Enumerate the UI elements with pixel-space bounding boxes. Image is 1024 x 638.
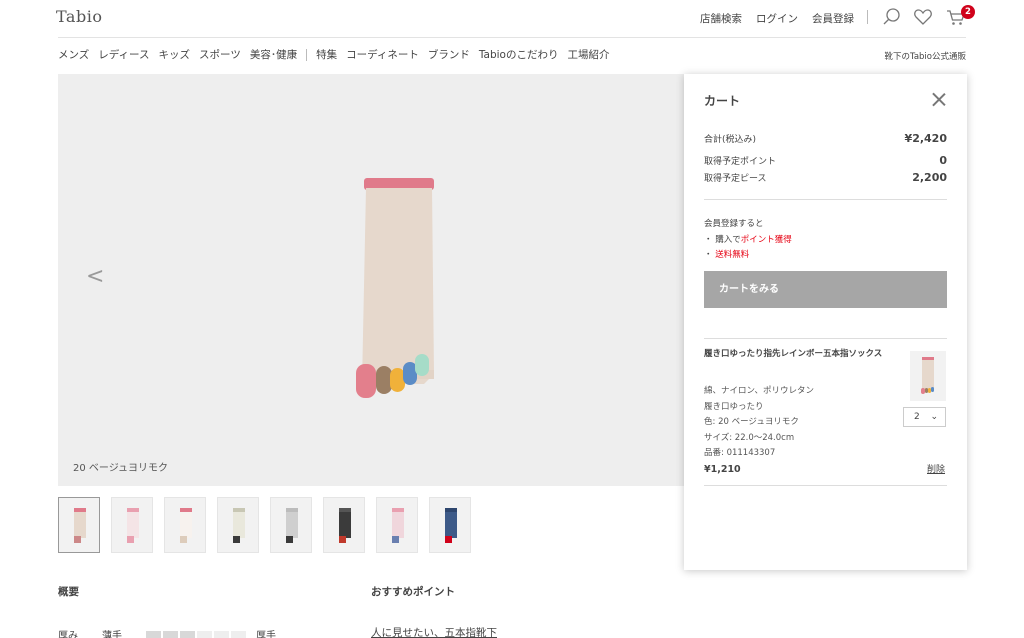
product-sock-image bbox=[356, 178, 434, 398]
view-cart-button[interactable]: カートをみる bbox=[704, 271, 947, 308]
thickness-label: 厚み bbox=[58, 631, 78, 638]
thumbnail-strip bbox=[58, 497, 471, 553]
total-label: 合計(税込み) bbox=[704, 135, 757, 145]
benefit-points: ・ 購入でポイント獲得 bbox=[704, 233, 792, 245]
recommend-title: おすすめポイント bbox=[371, 586, 455, 598]
cart-item-price: ¥1,210 bbox=[704, 464, 741, 475]
header-links: 店舗検索 ログイン 会員登録 bbox=[700, 11, 854, 26]
points-row: 取得予定ポイント 0 bbox=[704, 154, 947, 167]
thickness-meter bbox=[146, 630, 246, 638]
nav-item-beauty-health[interactable]: 美容･健康 bbox=[250, 47, 297, 62]
quantity-value: 2 bbox=[914, 412, 920, 422]
cart-divider bbox=[704, 485, 947, 486]
product-image-viewer[interactable]: < 20 ベージュヨリモク bbox=[58, 74, 778, 486]
total-value: ¥2,420 bbox=[904, 132, 947, 145]
thickness-step bbox=[146, 630, 161, 638]
thumbnail-item[interactable] bbox=[164, 497, 206, 553]
thumbnail-item[interactable] bbox=[323, 497, 365, 553]
prev-image-arrow[interactable]: < bbox=[86, 264, 104, 289]
pieces-label: 取得予定ピース bbox=[704, 174, 767, 184]
site-logo[interactable]: Tabio bbox=[56, 7, 102, 26]
thumbnail-sock-image bbox=[233, 508, 245, 543]
thumbnail-sock-image bbox=[392, 508, 404, 543]
cart-divider bbox=[704, 338, 947, 339]
search-icon[interactable] bbox=[881, 6, 903, 28]
thumbnail-item[interactable] bbox=[58, 497, 100, 553]
cart-item-size: サイズ: 22.0〜24.0cm bbox=[704, 433, 795, 443]
thick-label: 厚手 bbox=[256, 631, 276, 638]
nav-item-mens[interactable]: メンズ bbox=[58, 47, 89, 62]
thumbnail-sock-image bbox=[180, 508, 192, 543]
nav-item-brand[interactable]: ブランド bbox=[428, 47, 470, 62]
quantity-select[interactable]: 2 ⌄ bbox=[903, 407, 946, 427]
site-header: Tabio 店舗検索 ログイン 会員登録 2 bbox=[0, 0, 1024, 36]
points-label: 取得予定ポイント bbox=[704, 157, 777, 167]
pieces-value: 2,200 bbox=[912, 171, 947, 184]
pieces-row: 取得予定ピース 2,200 bbox=[704, 171, 947, 184]
register-link[interactable]: 会員登録 bbox=[812, 11, 854, 26]
thickness-step bbox=[163, 630, 178, 638]
thumbnail-sock-image bbox=[339, 508, 351, 543]
official-store-label: 靴下のTabio公式通販 bbox=[884, 52, 966, 62]
thumbnail-item[interactable] bbox=[217, 497, 259, 553]
close-icon[interactable] bbox=[932, 92, 946, 106]
nav-item-sports[interactable]: スポーツ bbox=[199, 47, 241, 62]
thickness-step bbox=[231, 630, 246, 638]
thumbnail-item[interactable] bbox=[111, 497, 153, 553]
thin-label: 薄手 bbox=[102, 631, 122, 638]
cart-item-code: 品番: 011143307 bbox=[704, 448, 776, 458]
overview-title: 概要 bbox=[58, 586, 79, 598]
thickness-step bbox=[214, 630, 229, 638]
cart-divider bbox=[704, 199, 947, 200]
cart-count-badge: 2 bbox=[961, 5, 975, 19]
color-caption: 20 ベージュヨリモク bbox=[73, 463, 169, 474]
thickness-row: 厚み 薄手 厚手 bbox=[58, 627, 276, 638]
benefit-points-prefix: ・ 購入で bbox=[704, 235, 741, 245]
thumbnail-sock-image bbox=[74, 508, 86, 543]
thumbnail-item[interactable] bbox=[429, 497, 471, 553]
store-search-link[interactable]: 店舗検索 bbox=[700, 11, 742, 26]
nav-divider bbox=[306, 48, 308, 61]
header-divider-line bbox=[58, 37, 966, 38]
thumbnail-item[interactable] bbox=[376, 497, 418, 553]
thickness-step bbox=[197, 630, 212, 638]
chevron-down-icon: ⌄ bbox=[930, 412, 938, 422]
heart-icon[interactable] bbox=[912, 6, 934, 28]
nav-item-ladies[interactable]: レディース bbox=[98, 47, 149, 62]
cart-item-thumbnail[interactable] bbox=[910, 351, 946, 401]
main-nav: メンズ レディース キッズ スポーツ 美容･健康 特集 コーディネート ブランド… bbox=[58, 47, 609, 62]
benefit-shipping: ・ 送料無料 bbox=[704, 248, 749, 260]
points-value: 0 bbox=[939, 154, 947, 167]
nav-item-factory[interactable]: 工場紹介 bbox=[567, 47, 609, 62]
thumbnail-item[interactable] bbox=[270, 497, 312, 553]
nav-item-coordinate[interactable]: コーディネート bbox=[346, 47, 419, 62]
cart-item-feature: 履き口ゆったり bbox=[704, 402, 764, 412]
benefit-title: 会員登録すると bbox=[704, 219, 764, 229]
cart-drawer: カート 合計(税込み) ¥2,420 取得予定ポイント 0 取得予定ピース 2,… bbox=[684, 74, 967, 570]
header-divider bbox=[867, 10, 868, 24]
benefit-points-highlight: ポイント獲得 bbox=[740, 235, 792, 245]
cart-title: カート bbox=[704, 94, 741, 108]
recommend-link[interactable]: 人に見せたい、五本指靴下 bbox=[371, 625, 497, 638]
benefit-shipping-highlight: 送料無料 bbox=[715, 250, 750, 260]
nav-item-kids[interactable]: キッズ bbox=[159, 47, 191, 62]
cart-item-color: 色: 20 ベージュヨリモク bbox=[704, 417, 799, 427]
benefit-shipping-prefix: ・ bbox=[704, 250, 716, 260]
cart-item-name[interactable]: 履き口ゆったり指先レインボー五本指ソックス bbox=[704, 346, 889, 363]
thickness-step bbox=[180, 630, 195, 638]
total-row: 合計(税込み) ¥2,420 bbox=[704, 132, 947, 145]
cart-item-material: 綿、ナイロン、ポリウレタン bbox=[704, 386, 814, 396]
nav-item-commitment[interactable]: Tabioのこだわり bbox=[479, 47, 559, 62]
thumbnail-sock-image bbox=[127, 508, 139, 543]
nav-item-features[interactable]: 特集 bbox=[316, 47, 337, 62]
thumbnail-sock-image bbox=[445, 508, 457, 543]
delete-link[interactable]: 削除 bbox=[927, 462, 945, 475]
thumbnail-sock-image bbox=[286, 508, 298, 543]
cart-item-sock-image bbox=[921, 357, 934, 394]
login-link[interactable]: ログイン bbox=[756, 11, 798, 26]
